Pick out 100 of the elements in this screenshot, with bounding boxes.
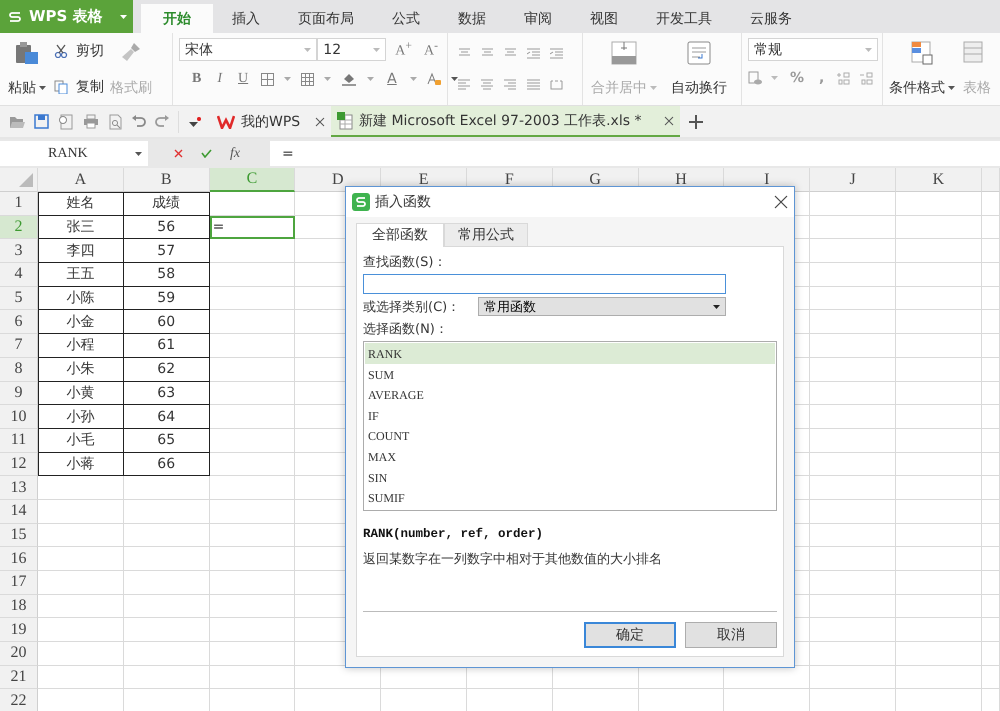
row-header[interactable]: 12 xyxy=(0,452,38,476)
open-folder-icon[interactable] xyxy=(9,114,25,128)
font-size-step-button[interactable]: A$^{-}$ xyxy=(420,39,441,60)
redo-icon[interactable] xyxy=(155,115,169,128)
column-header[interactable]: B xyxy=(124,168,210,192)
borders-icon[interactable] xyxy=(261,72,274,86)
function-item[interactable]: COUNT xyxy=(365,425,775,446)
ribbon-tab[interactable]: 页面布局 xyxy=(279,4,373,33)
caret-icon[interactable] xyxy=(948,86,955,90)
row-header[interactable]: 21 xyxy=(0,666,38,690)
function-item[interactable]: AVERAGE xyxy=(365,384,775,405)
number-format-field[interactable]: 常规 xyxy=(748,38,878,61)
ribbon-tab[interactable]: 审阅 xyxy=(505,4,571,33)
font-size-field[interactable]: 12 xyxy=(317,38,386,61)
row-header[interactable]: 19 xyxy=(0,618,38,642)
caret-icon[interactable] xyxy=(713,304,720,308)
close-icon[interactable] xyxy=(315,116,325,126)
caret-icon[interactable] xyxy=(450,77,458,81)
row-header[interactable]: 10 xyxy=(0,405,38,429)
align-icon[interactable] xyxy=(550,48,563,59)
decimal-increase-icon[interactable] xyxy=(836,71,850,85)
text-style-button[interactable]: B xyxy=(189,71,204,87)
search-field[interactable] xyxy=(363,274,726,294)
category-dropdown[interactable]: 常用函数 xyxy=(478,297,726,316)
row-header[interactable]: 9 xyxy=(0,382,38,406)
select-all-button[interactable] xyxy=(0,168,38,192)
ok-button[interactable]: 确定 xyxy=(584,622,676,648)
formula-field[interactable]: = xyxy=(270,141,1000,166)
export-icon[interactable] xyxy=(58,114,74,130)
font-color-button[interactable]: A xyxy=(384,71,400,87)
column-header[interactable]: A xyxy=(38,168,124,192)
currency-icon[interactable] xyxy=(748,71,762,85)
function-item[interactable]: RANK xyxy=(365,343,775,364)
merge-cells-icon[interactable] xyxy=(611,41,637,65)
conditional-format-icon[interactable] xyxy=(911,41,933,65)
wrap-text-icon[interactable] xyxy=(687,41,711,65)
row-header[interactable]: 11 xyxy=(0,428,38,453)
ribbon-tab[interactable]: 开始 xyxy=(141,4,213,33)
row-header[interactable]: 4 xyxy=(0,263,38,287)
column-header[interactable]: J xyxy=(810,168,896,192)
decimal-decrease-icon[interactable] xyxy=(859,71,874,85)
table-style-icon[interactable] xyxy=(963,41,985,65)
wrap-text-button[interactable]: 自动换行 xyxy=(671,79,727,97)
clear-format-icon[interactable] xyxy=(426,72,441,86)
row-header[interactable]: 5 xyxy=(0,286,38,310)
function-item[interactable]: SUM xyxy=(365,364,775,384)
dialog-tab[interactable]: 常用公式 xyxy=(444,223,528,246)
align-icon[interactable] xyxy=(527,79,540,90)
cancel-button[interactable]: 取消 xyxy=(685,622,777,648)
cell-style-icon[interactable] xyxy=(301,72,314,86)
column-header[interactable]: K xyxy=(896,168,982,192)
close-button[interactable] xyxy=(774,195,788,209)
preview-icon[interactable] xyxy=(108,114,123,130)
cut-button[interactable]: 剪切 xyxy=(76,42,104,60)
align-icon[interactable] xyxy=(527,48,540,59)
column-header[interactable]: D xyxy=(295,168,382,192)
save-icon[interactable] xyxy=(34,114,49,129)
ribbon-tab[interactable]: 云服务 xyxy=(731,4,811,33)
align-icon[interactable] xyxy=(504,79,517,90)
caret-icon[interactable] xyxy=(135,152,142,156)
align-icon[interactable] xyxy=(481,79,494,90)
caret-icon[interactable] xyxy=(39,86,46,90)
text-style-button[interactable]: U xyxy=(235,71,252,87)
row-header[interactable]: 20 xyxy=(0,642,38,666)
row-header[interactable]: 13 xyxy=(0,476,38,500)
font-size-step-button[interactable]: A$^{+}$ xyxy=(392,39,415,60)
function-item[interactable]: IF xyxy=(365,404,775,426)
row-header[interactable]: 15 xyxy=(0,524,38,548)
row-header[interactable]: 8 xyxy=(0,358,38,382)
function-item[interactable]: SIN xyxy=(365,466,775,488)
row-header[interactable]: 6 xyxy=(0,310,38,334)
row-header[interactable]: 3 xyxy=(0,239,38,264)
paste-icon[interactable] xyxy=(14,41,40,65)
ribbon-tab[interactable]: 插入 xyxy=(213,4,279,33)
row-header[interactable]: 16 xyxy=(0,547,38,571)
ribbon-tab[interactable]: 数据 xyxy=(439,4,505,33)
name-box[interactable]: RANK xyxy=(0,141,148,166)
row-header[interactable]: 22 xyxy=(0,689,38,711)
customize-icon[interactable] xyxy=(188,116,202,128)
function-item[interactable]: SUMIF xyxy=(365,487,775,508)
copy-icon[interactable] xyxy=(54,80,68,94)
row-header[interactable]: 14 xyxy=(0,500,38,524)
dialog-tab[interactable]: 全部函数 xyxy=(356,223,444,247)
text-style-button[interactable]: I xyxy=(214,71,226,87)
paste-button[interactable]: 粘贴 xyxy=(8,79,46,97)
fill-color-icon[interactable] xyxy=(341,72,358,86)
row-header[interactable]: 17 xyxy=(0,571,38,595)
align-icon[interactable] xyxy=(550,79,563,90)
print-icon[interactable] xyxy=(83,114,99,129)
font-name-field[interactable]: 宋体 xyxy=(179,38,318,61)
row-header[interactable]: 18 xyxy=(0,594,38,618)
document-tab[interactable]: 新建 Microsoft Excel 97-2003 工作表.xls * xyxy=(331,106,680,137)
ribbon-tab[interactable]: 视图 xyxy=(571,4,637,33)
add-tab-icon[interactable] xyxy=(689,114,703,128)
row-header[interactable]: 1 xyxy=(0,192,38,216)
function-item[interactable]: MAX xyxy=(365,446,775,467)
row-header[interactable]: 7 xyxy=(0,334,38,358)
ribbon-tab[interactable]: 开发工具 xyxy=(637,4,731,33)
close-icon[interactable] xyxy=(664,116,674,126)
copy-button[interactable]: 复制 xyxy=(76,78,104,96)
